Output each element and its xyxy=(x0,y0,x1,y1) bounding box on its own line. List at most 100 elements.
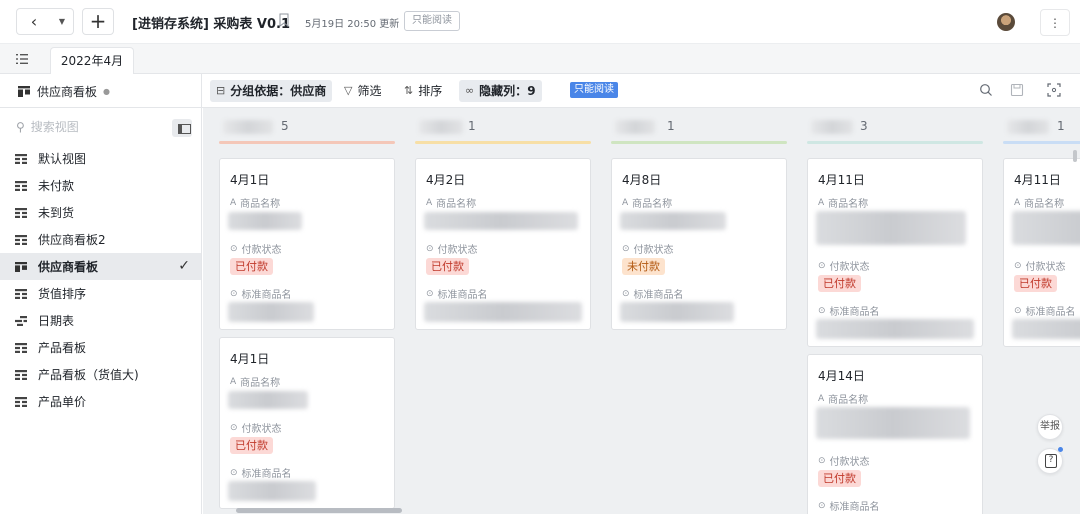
text-field-icon: A xyxy=(818,393,825,404)
sidebar-item-product-board[interactable]: 产品看板 xyxy=(0,334,201,361)
column-header[interactable]: 3 xyxy=(807,118,983,136)
column-title-redacted xyxy=(1007,120,1049,134)
hide-icon: ∞ xyxy=(465,84,475,97)
sidebar-item-unit-price[interactable]: 产品单价 xyxy=(0,388,201,415)
save-icon[interactable] xyxy=(1010,83,1024,97)
sidebar-item-label: 产品单价 xyxy=(38,395,87,409)
hidden-columns-count: 9 xyxy=(527,84,536,98)
status-badge: 已付款 xyxy=(426,258,469,275)
record-card[interactable]: 4月2日 A 商品名称 ⊙ 付款状态 已付款 ⊙ 标准商品名 xyxy=(415,158,591,330)
filter-button[interactable]: ▽ 筛选 xyxy=(338,80,387,102)
select-field-icon: ⊙ xyxy=(426,288,434,299)
kanban-view-icon xyxy=(18,86,30,97)
filter-icon: ▽ xyxy=(344,84,353,97)
more-vertical-icon: ⋮ xyxy=(1049,16,1061,30)
fullscreen-icon[interactable] xyxy=(1047,83,1061,97)
column-header[interactable]: 1 xyxy=(1003,118,1080,136)
select-field-icon: ⊙ xyxy=(622,243,630,254)
column-color-line xyxy=(807,141,983,144)
select-field-icon: ⊙ xyxy=(818,455,826,466)
plus-icon: + xyxy=(89,9,107,33)
report-button[interactable]: 举报 xyxy=(1037,414,1063,440)
redacted-value xyxy=(620,212,726,230)
sidebar-item-default-view[interactable]: 默认视图 xyxy=(0,145,201,172)
readonly-badge: 只能阅读 xyxy=(570,82,618,98)
record-card[interactable]: 4月11日 A 商品名称 ⊙ 付款状态 已付款 ⊙ 标准商品名 xyxy=(1003,158,1080,347)
view-sidebar: ⚲ 搜索视图 默认视图 未付款 未到货 供应商看板2 供应商看板 ✓ 货值排序 … xyxy=(0,108,202,514)
sidebar-item-label: 供应商看板 xyxy=(38,260,99,274)
view-toolbar: 供应商看板 ● ⊟ 分组依据： 供应商 ▽ 筛选 ⇅ 排序 ∞ 隐藏列： 9 xyxy=(0,74,1080,108)
grid-view-icon xyxy=(15,342,27,353)
status-badge: 已付款 xyxy=(1014,275,1057,292)
chevron-left-icon[interactable]: ‹ xyxy=(17,12,51,31)
select-field-icon: ⊙ xyxy=(818,260,826,271)
card-date: 4月14日 xyxy=(818,369,865,383)
hidden-columns-button[interactable]: ∞ 隐藏列： 9 xyxy=(459,80,542,102)
group-by-button[interactable]: ⊟ 分组依据： 供应商 xyxy=(210,80,333,102)
sidebar-item-label: 默认视图 xyxy=(38,152,87,166)
sidebar-item-date-table[interactable]: 日期表 xyxy=(0,307,201,334)
field-label-name: A 商品名称 xyxy=(818,197,869,211)
record-card[interactable]: 4月14日 A 商品名称 ⊙ 付款状态 已付款 ⊙ 标准商品名 xyxy=(807,354,983,514)
sidebar-item-label: 供应商看板2 xyxy=(38,233,106,247)
record-card[interactable]: 4月11日 A 商品名称 ⊙ 付款状态 已付款 ⊙ 标准商品名 xyxy=(807,158,983,347)
sidebar-item-label: 未付款 xyxy=(38,179,75,193)
view-search-placeholder: 搜索视图 xyxy=(30,120,79,134)
record-card[interactable]: 4月8日 A 商品名称 ⊙ 付款状态 未付款 ⊙ 标准商品名 xyxy=(611,158,787,330)
collapse-sidebar-button[interactable] xyxy=(172,119,192,137)
sidebar-item-supplier-board-2[interactable]: 供应商看板2 xyxy=(0,226,201,253)
status-badge: 已付款 xyxy=(230,437,273,454)
horizontal-scrollbar[interactable] xyxy=(236,508,402,513)
record-card[interactable]: 4月1日 A 商品名称 ⊙ 付款状态 已付款 ⊙ 标准商品名 xyxy=(219,158,395,330)
select-field-icon: ⊙ xyxy=(230,288,238,299)
status-badge: 已付款 xyxy=(818,470,861,487)
column-title-redacted xyxy=(419,120,463,134)
sidebar-item-not-arrived[interactable]: 未到货 xyxy=(0,199,201,226)
field-label-std-name: ⊙ 标准商品名 xyxy=(818,500,880,514)
vertical-scrollbar[interactable] xyxy=(1073,150,1077,162)
help-icon[interactable] xyxy=(1037,447,1063,474)
sidebar-item-unpaid[interactable]: 未付款 xyxy=(0,172,201,199)
redacted-value xyxy=(620,302,734,322)
grid-view-icon xyxy=(15,288,27,299)
column-title-redacted xyxy=(811,120,853,134)
column-header[interactable]: 1 xyxy=(415,118,591,136)
field-label-status: ⊙ 付款状态 xyxy=(1014,260,1066,274)
card-date: 4月11日 xyxy=(818,173,865,187)
select-field-icon: ⊙ xyxy=(622,288,630,299)
search-icon[interactable] xyxy=(979,83,993,97)
list-icon[interactable] xyxy=(16,53,28,65)
grid-view-icon xyxy=(15,180,27,191)
tab-2022-april[interactable]: 2022年4月 xyxy=(50,47,134,75)
add-button[interactable]: + xyxy=(82,8,114,35)
sidebar-item-supplier-board[interactable]: 供应商看板 ✓ xyxy=(0,253,201,280)
column-header[interactable]: 5 xyxy=(219,118,395,136)
document-title: [进销存系统] 采购表 V0.1 xyxy=(132,17,291,32)
top-bar: ‹ ▼ + [进销存系统] 采购表 V0.1 5月19日 20:50 更新 只能… xyxy=(0,0,1080,44)
more-button[interactable]: ⋮ xyxy=(1040,9,1070,36)
column-count: 1 xyxy=(468,119,476,133)
field-label-name: A 商品名称 xyxy=(230,376,281,390)
bookmark-icon[interactable] xyxy=(279,13,289,27)
caret-down-icon[interactable]: ▼ xyxy=(51,17,73,26)
field-label-status: ⊙ 付款状态 xyxy=(230,243,282,257)
record-card[interactable]: 4月1日 A 商品名称 ⊙ 付款状态 已付款 ⊙ 标准商品名 xyxy=(219,337,395,509)
sidebar-item-value-sort[interactable]: 货值排序 xyxy=(0,280,201,307)
column-header[interactable]: 1 xyxy=(611,118,787,136)
avatar[interactable] xyxy=(997,13,1015,31)
updated-time: 5月19日 20:50 更新 xyxy=(305,19,400,30)
card-date: 4月1日 xyxy=(230,352,270,366)
field-label-name: A 商品名称 xyxy=(426,197,477,211)
sidebar-item-label: 产品看板（货值大) xyxy=(38,368,139,382)
back-button-group[interactable]: ‹ ▼ xyxy=(16,8,74,35)
current-view-name[interactable]: 供应商看板 ● xyxy=(18,83,110,100)
text-field-icon: A xyxy=(622,197,629,208)
sort-label: 排序 xyxy=(418,84,443,98)
status-badge: 已付款 xyxy=(230,258,273,275)
group-icon: ⊟ xyxy=(216,84,226,97)
view-search-input[interactable]: ⚲ 搜索视图 xyxy=(16,118,79,135)
sidebar-item-product-board-large[interactable]: 产品看板（货值大) xyxy=(0,361,201,388)
sort-button[interactable]: ⇅ 排序 xyxy=(398,80,448,102)
card-date: 4月1日 xyxy=(230,173,270,187)
grid-view-icon xyxy=(15,396,27,407)
